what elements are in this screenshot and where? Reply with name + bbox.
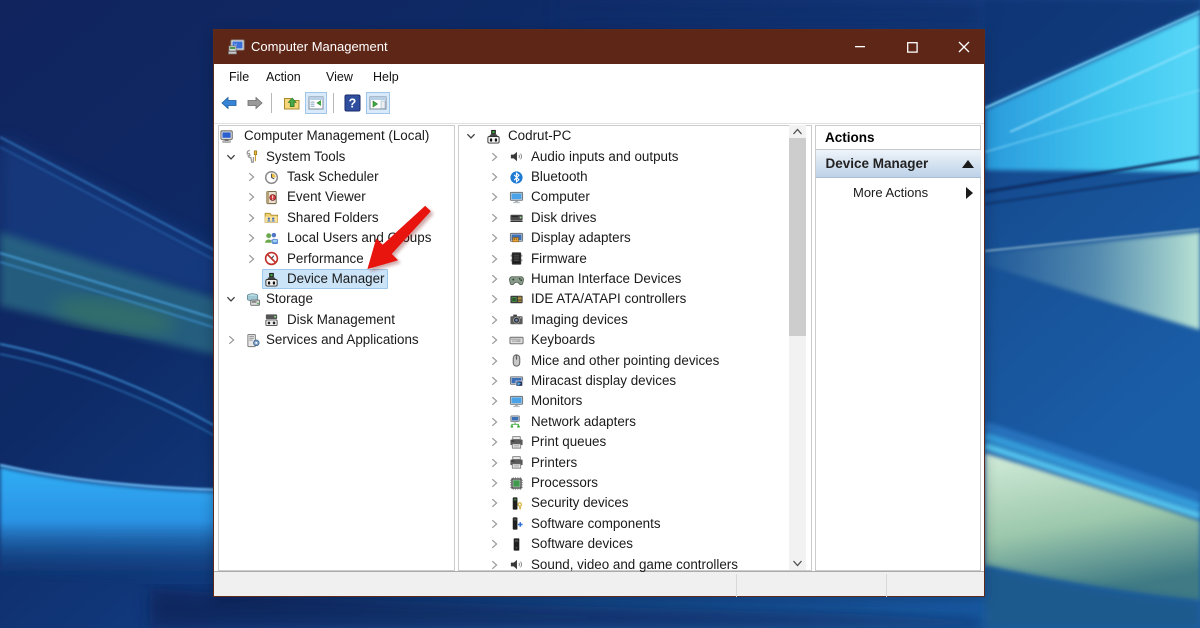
svg-text:?: ? [349, 97, 357, 111]
